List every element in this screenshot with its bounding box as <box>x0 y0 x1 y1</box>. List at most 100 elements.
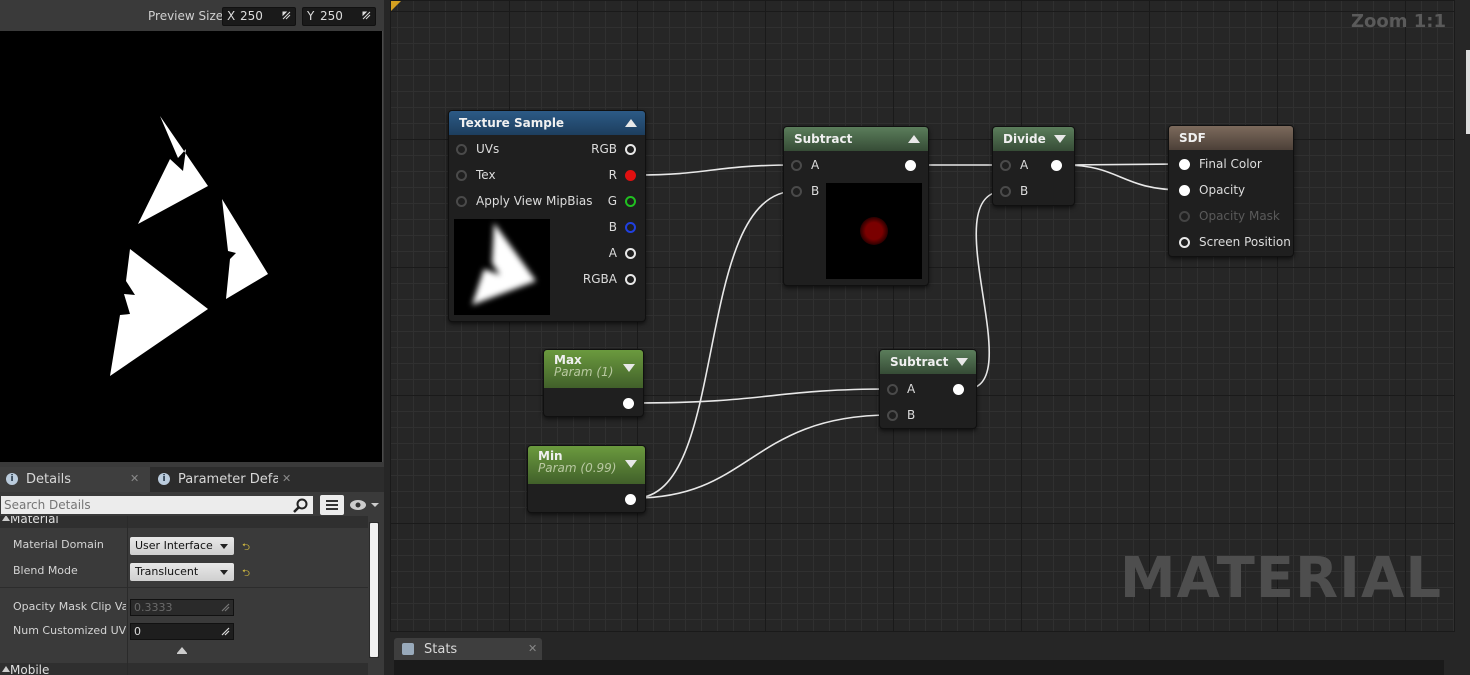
pin-final-color[interactable] <box>1179 159 1190 170</box>
scrollbar-thumb[interactable] <box>370 523 378 657</box>
pin-label: B <box>907 408 916 422</box>
property-label: Material Domain <box>13 538 104 551</box>
node-header[interactable]: Min Param (0.99) <box>528 446 645 484</box>
node-subtract[interactable]: Subtract A B <box>783 126 929 286</box>
tab-parameter-defaults[interactable]: i Parameter Defaults ✕ <box>152 467 292 492</box>
node-sdf-result[interactable]: SDF Final Color Opacity Opacity Mask Scr… <box>1168 125 1294 257</box>
pin-label: R <box>608 168 617 182</box>
material-graph-canvas[interactable]: Zoom 1:1 MATERIAL Texture Sample UVs Tex… <box>390 0 1455 632</box>
node-min-param[interactable]: Min Param (0.99) <box>527 445 646 513</box>
pin-a[interactable] <box>625 248 636 259</box>
collapse-icon[interactable] <box>623 364 635 372</box>
node-header[interactable]: Texture Sample <box>449 111 645 135</box>
reset-to-default-icon[interactable]: ⮌ <box>242 540 250 557</box>
property-label: Blend Mode <box>13 564 78 577</box>
pin-rgb[interactable] <box>625 144 636 155</box>
pin-screen-position[interactable] <box>1179 237 1190 248</box>
pin-label: UVs <box>476 142 500 156</box>
pin-tex[interactable] <box>456 170 467 181</box>
material-watermark: MATERIAL <box>1119 546 1442 611</box>
node-max-param[interactable]: Max Param (1) <box>543 349 644 417</box>
material-domain-select[interactable]: User Interface <box>130 537 234 555</box>
wire-divide-to-final-color <box>1063 163 1184 166</box>
stats-icon <box>402 643 414 655</box>
pin-r[interactable] <box>625 170 636 181</box>
tab-details[interactable]: i Details ✕ <box>0 467 150 492</box>
blend-mode-select[interactable]: Translucent <box>130 563 234 581</box>
node-header[interactable]: Subtract <box>784 127 928 151</box>
y-axis-label: Y <box>307 9 315 23</box>
pin-g[interactable] <box>625 196 636 207</box>
node-header[interactable]: Max Param (1) <box>544 350 643 388</box>
advanced-expander[interactable] <box>0 644 368 656</box>
node-header[interactable]: Divide <box>993 127 1074 151</box>
preview-size-label: Preview Size <box>148 9 224 23</box>
details-tab-bar: i Details ✕ i Parameter Defaults ✕ <box>0 467 384 492</box>
collapse-icon[interactable] <box>625 460 637 468</box>
node-title: Subtract <box>794 132 853 146</box>
pin-b[interactable] <box>791 186 802 197</box>
red-dot-preview <box>860 217 888 245</box>
search-details-input[interactable] <box>1 496 313 514</box>
collapse-icon[interactable] <box>1054 135 1066 143</box>
pin-uvs[interactable] <box>456 144 467 155</box>
wire-divide-to-opacity <box>1063 164 1184 191</box>
collapse-icon[interactable] <box>908 135 920 143</box>
chevron-down-icon <box>220 570 228 575</box>
pin-a[interactable] <box>1000 160 1011 171</box>
resize-grip-icon <box>221 627 230 636</box>
node-title: Subtract <box>890 355 949 369</box>
close-icon[interactable]: ✕ <box>282 472 291 485</box>
category-mobile[interactable]: Mobile <box>0 663 368 675</box>
pin-b[interactable] <box>625 222 636 233</box>
node-header[interactable]: Subtract <box>880 350 976 374</box>
reset-to-default-icon[interactable]: ⮌ <box>242 566 250 583</box>
pin-a[interactable] <box>887 384 898 395</box>
pin-label: G <box>607 194 617 208</box>
preview-size-y-field[interactable]: Y 250 <box>302 7 376 26</box>
pin-apply-view-mipbias[interactable] <box>456 196 467 207</box>
details-search-row <box>0 494 384 516</box>
tab-stats[interactable]: Stats ✕ <box>394 638 542 660</box>
resize-grip-icon[interactable] <box>282 11 291 20</box>
node-title: Divide <box>1003 132 1046 146</box>
collapse-icon[interactable] <box>625 119 637 127</box>
pin-a[interactable] <box>791 160 802 171</box>
material-preview-viewport[interactable] <box>0 31 383 462</box>
pin-output[interactable] <box>905 160 916 171</box>
pin-opacity-mask[interactable] <box>1179 211 1190 222</box>
pin-label: A <box>907 382 916 396</box>
pin-output[interactable] <box>625 494 636 505</box>
field-value: 0.3333 <box>134 601 173 614</box>
node-divide[interactable]: Divide A B <box>992 126 1075 206</box>
node-texture-sample[interactable]: Texture Sample UVs Tex Apply View MipBia… <box>448 110 646 322</box>
pin-b[interactable] <box>1000 186 1011 197</box>
preview-size-x-field[interactable]: X 250 <box>222 7 296 26</box>
category-material[interactable]: Material <box>0 516 368 528</box>
details-scrollbar[interactable] <box>369 522 379 658</box>
view-options-button[interactable] <box>348 496 380 514</box>
collapse-icon[interactable] <box>956 358 968 366</box>
property-row: Blend Mode Translucent ⮌ <box>0 559 368 583</box>
node-header[interactable]: SDF <box>1169 126 1293 150</box>
pin-label: Final Color <box>1199 157 1262 171</box>
search-icon[interactable] <box>293 498 309 514</box>
resize-grip-icon[interactable] <box>362 11 371 20</box>
pin-label: B <box>811 184 820 198</box>
pin-rgba[interactable] <box>625 274 636 285</box>
opacity-mask-clip-value-field[interactable]: 0.3333 <box>130 599 234 616</box>
pin-opacity[interactable] <box>1179 185 1190 196</box>
pin-output[interactable] <box>953 384 964 395</box>
select-value: User Interface <box>135 539 213 552</box>
wire-min-to-subtract2-b <box>634 414 892 499</box>
pin-b[interactable] <box>887 410 898 421</box>
node-subtract[interactable]: Subtract A B <box>879 349 977 429</box>
close-icon[interactable]: ✕ <box>130 472 139 485</box>
pin-output[interactable] <box>623 398 634 409</box>
right-panel-tab[interactable] <box>1466 50 1470 134</box>
list-view-button[interactable] <box>320 495 344 515</box>
pin-output[interactable] <box>1051 160 1062 171</box>
info-icon: i <box>158 473 170 485</box>
close-icon[interactable]: ✕ <box>528 642 537 655</box>
num-customized-uvs-field[interactable]: 0 <box>130 623 234 640</box>
